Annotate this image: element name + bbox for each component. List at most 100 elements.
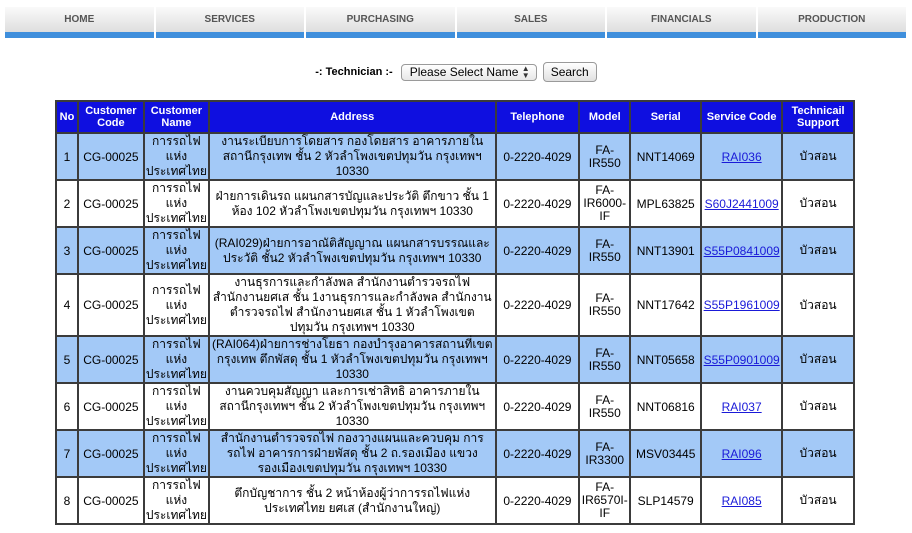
cell-customer-name: การรถไฟแห่งประเทศไทย [142, 226, 210, 275]
cell-serial: MPL63825 [629, 179, 703, 228]
service-code-link[interactable]: RAI037 [722, 400, 762, 414]
cell-no: 5 [55, 335, 79, 384]
cell-no: 6 [55, 382, 79, 431]
cell-address: (RAI029)ฝ่ายการอาณัติสัญญาณ แผนกสารบรรณแ… [207, 226, 497, 275]
cell-model: FA-IR550 [578, 335, 632, 384]
cell-address: งานธุรการและกำลังพล สำนักงานตำรวจรถไฟ สำ… [207, 273, 497, 337]
cell-address: ตึกบัญชาการ ชั้น 2 หน้าห้องผู้ว่าการรถไฟ… [207, 476, 497, 525]
nav-services[interactable]: SERVICES [155, 7, 304, 38]
cell-telephone: 0-2220-4029 [494, 476, 581, 525]
cell-address: สำนักงานตำรวจรถไฟ กองวางแผนและควบคุม การ… [207, 429, 497, 478]
service-code-link[interactable]: RAI036 [722, 150, 762, 164]
cell-no: 3 [55, 226, 79, 275]
header-technical-support[interactable]: Technicail Support [781, 100, 855, 134]
cell-customer-name: การรถไฟแห่งประเทศไทย [142, 476, 210, 525]
header-no[interactable]: No [55, 100, 79, 134]
cell-service-code: S60J2441009 [700, 179, 784, 228]
nav-home[interactable]: HOME [5, 7, 154, 38]
cell-no: 8 [55, 476, 79, 525]
table-row: 3 CG-00025 การรถไฟแห่งประเทศไทย (RAI029)… [55, 226, 855, 275]
cell-customer-code: CG-00025 [76, 429, 145, 478]
select-arrows-icon: ▲ ▼ [521, 64, 530, 80]
cell-service-code: RAI036 [700, 132, 784, 181]
cell-service-code: RAI037 [700, 382, 784, 431]
cell-technical-support: บัวสอน [781, 429, 855, 478]
cell-service-code: S55P0901009 [700, 335, 784, 384]
cell-technical-support: บัวสอน [781, 226, 855, 275]
cell-serial: SLP14579 [629, 476, 703, 525]
table-row: 4 CG-00025 การรถไฟแห่งประเทศไทย งานธุรกา… [55, 273, 855, 337]
cell-model: FA-IR550 [578, 382, 632, 431]
technician-filter: -: Technician :- Please Select Name ▲ ▼ S… [0, 62, 912, 82]
cell-serial: NNT05658 [629, 335, 703, 384]
cell-model: FA-IR3300 [578, 429, 632, 478]
cell-customer-code: CG-00025 [76, 226, 145, 275]
cell-no: 1 [55, 132, 79, 181]
header-address[interactable]: Address [207, 100, 497, 134]
technician-select[interactable]: Please Select Name ▲ ▼ [400, 63, 537, 81]
cell-technical-support: บัวสอน [781, 273, 855, 337]
cell-telephone: 0-2220-4029 [494, 179, 581, 228]
header-customer-name[interactable]: Customer Name [142, 100, 210, 134]
cell-model: FA-IR550 [578, 226, 632, 275]
table-header-row: No Customer Code Customer Name Address T… [55, 100, 855, 134]
header-customer-code[interactable]: Customer Code [76, 100, 145, 134]
cell-service-code: RAI085 [700, 476, 784, 525]
service-code-link[interactable]: S55P0841009 [704, 244, 780, 258]
service-code-link[interactable]: S60J2441009 [705, 197, 779, 211]
cell-customer-name: การรถไฟแห่งประเทศไทย [142, 382, 210, 431]
service-code-link[interactable]: RAI096 [722, 447, 762, 461]
cell-customer-code: CG-00025 [76, 132, 145, 181]
header-service-code[interactable]: Service Code [700, 100, 784, 134]
search-button[interactable]: Search [542, 62, 597, 82]
cell-telephone: 0-2220-4029 [494, 335, 581, 384]
cell-no: 2 [55, 179, 79, 228]
cell-no: 7 [55, 429, 79, 478]
cell-customer-code: CG-00025 [76, 273, 145, 337]
cell-customer-code: CG-00025 [76, 476, 145, 525]
cell-serial: NNT13901 [629, 226, 703, 275]
cell-service-code: RAI096 [700, 429, 784, 478]
cell-customer-code: CG-00025 [76, 179, 145, 228]
cell-telephone: 0-2220-4029 [494, 429, 581, 478]
table-row: 5 CG-00025 การรถไฟแห่งประเทศไทย (RAI064)… [55, 335, 855, 384]
cell-model: FA-IR550 [578, 132, 632, 181]
cell-customer-code: CG-00025 [76, 382, 145, 431]
cell-telephone: 0-2220-4029 [494, 382, 581, 431]
service-code-link[interactable]: RAI085 [722, 494, 762, 508]
cell-address: งานควบคุมสัญญา และการเช่าสิทธิ อาคารภายใ… [207, 382, 497, 431]
cell-technical-support: บัวสอน [781, 335, 855, 384]
technician-select-value: Please Select Name [409, 65, 519, 79]
table-row: 1 CG-00025 การรถไฟแห่งประเทศไทย งานระเบี… [55, 132, 855, 181]
cell-address: งานระเบียบการโดยสาร กองโดยสาร อาคารภายใน… [207, 132, 497, 181]
cell-customer-name: การรถไฟแห่งประเทศไทย [142, 429, 210, 478]
cell-customer-name: การรถไฟแห่งประเทศไทย [142, 273, 210, 337]
cell-serial: NNT17642 [629, 273, 703, 337]
cell-telephone: 0-2220-4029 [494, 226, 581, 275]
service-code-link[interactable]: S55P1961009 [704, 298, 780, 312]
cell-customer-code: CG-00025 [76, 335, 145, 384]
nav-financials[interactable]: FINANCIALS [607, 7, 756, 38]
cell-serial: NNT14069 [629, 132, 703, 181]
cell-no: 4 [55, 273, 79, 337]
nav-purchasing[interactable]: PURCHASING [306, 7, 455, 38]
cell-model: FA-IR6000-IF [578, 179, 632, 228]
cell-address: ฝ่ายการเดินรถ แผนกสารบัญและประวัติ ตึกขา… [207, 179, 497, 228]
cell-technical-support: บัวสอน [781, 132, 855, 181]
cell-customer-name: การรถไฟแห่งประเทศไทย [142, 179, 210, 228]
cell-model: FA-IR6570I-IF [578, 476, 632, 525]
header-telephone[interactable]: Telephone [494, 100, 581, 134]
header-model[interactable]: Model [578, 100, 632, 134]
service-code-link[interactable]: S55P0901009 [704, 353, 780, 367]
cell-technical-support: บัวสอน [781, 382, 855, 431]
nav-sales[interactable]: SALES [456, 7, 605, 38]
cell-telephone: 0-2220-4029 [494, 273, 581, 337]
table-row: 8 CG-00025 การรถไฟแห่งประเทศไทย ตึกบัญชา… [55, 476, 855, 525]
top-navigation: HOME SERVICES PURCHASING SALES FINANCIAL… [5, 7, 906, 40]
nav-production[interactable]: PRODUCTION [757, 7, 906, 38]
cell-service-code: S55P1961009 [700, 273, 784, 337]
table-row: 2 CG-00025 การรถไฟแห่งประเทศไทย ฝ่ายการเ… [55, 179, 855, 228]
cell-serial: NNT06816 [629, 382, 703, 431]
header-serial[interactable]: Serial [629, 100, 703, 134]
technician-label: -: Technician :- [315, 66, 393, 78]
